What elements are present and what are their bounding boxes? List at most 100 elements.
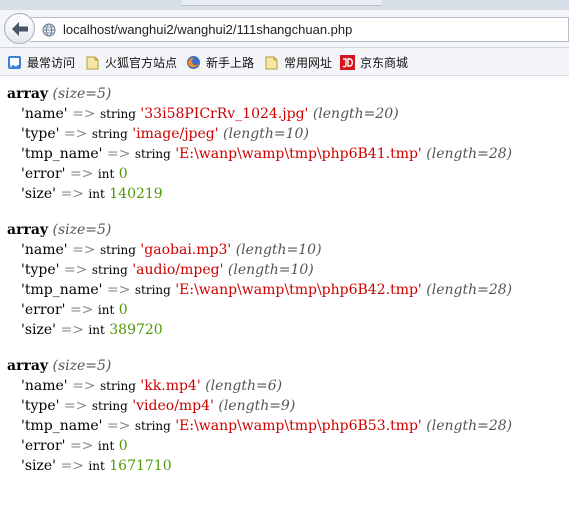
entry-arrow: => — [63, 262, 88, 278]
array-entry: 'name' => string 'gaobai.mp3' (length=10… — [7, 240, 512, 260]
array-keyword: array — [7, 86, 49, 102]
entry-length: (length=9) — [218, 398, 296, 414]
entry-key: 'tmp_name' — [21, 282, 103, 298]
entry-value: 0 — [118, 302, 128, 318]
entry-type: int — [88, 187, 105, 201]
entry-key: 'size' — [21, 186, 57, 202]
entry-arrow: => — [60, 322, 84, 338]
bookmark-getting-started[interactable]: 新手上路 — [186, 54, 254, 70]
array-entry: 'size' => int 1671710 — [7, 456, 512, 476]
array-entry: 'tmp_name' => string 'E:\wanp\wamp\tmp\p… — [7, 144, 512, 164]
firefox-icon — [187, 55, 200, 69]
entry-arrow: => — [69, 302, 94, 318]
var-dump-block-1: array (size=5)'name' => string '33i58PIC… — [7, 84, 512, 204]
array-entry: 'type' => string 'audio/mpeg' (length=10… — [7, 260, 512, 280]
bookmark-label: 新手上路 — [206, 55, 255, 70]
array-header: array (size=5) — [7, 356, 512, 376]
array-entry: 'type' => string 'video/mp4' (length=9) — [7, 396, 512, 416]
entry-type: string — [100, 107, 136, 121]
entry-key: 'size' — [21, 322, 57, 338]
array-entry: 'error' => int 0 — [7, 164, 512, 184]
bookmark-firefox-site[interactable]: 火狐官方站点 — [85, 54, 177, 70]
array-header: array (size=5) — [7, 84, 512, 104]
array-size: (size=5) — [52, 222, 112, 238]
entry-arrow: => — [69, 438, 94, 454]
entry-value: 'image/jpeg' — [132, 126, 219, 142]
entry-value: 'kk.mp4' — [140, 378, 201, 394]
entry-value: 1671710 — [109, 458, 172, 474]
entry-type: string — [134, 419, 171, 433]
entry-arrow: => — [63, 126, 88, 142]
entry-type: string — [100, 243, 136, 257]
entry-value: 140219 — [109, 186, 163, 202]
entry-arrow: => — [72, 242, 96, 258]
entry-key: 'name' — [21, 106, 68, 122]
entry-value: 'audio/mpeg' — [132, 262, 224, 278]
array-entry: 'name' => string '33i58PICrRv_1024.jpg' … — [7, 104, 512, 124]
bookmark-label: 京东商城 — [360, 55, 409, 70]
back-button[interactable] — [4, 13, 35, 44]
most-visited-icon — [8, 55, 21, 69]
bookmark-label: 火狐官方站点 — [105, 55, 178, 70]
entry-length: (length=10) — [223, 126, 309, 142]
array-keyword: array — [7, 222, 49, 238]
bookmark-label: 最常访问 — [27, 55, 76, 70]
url-text[interactable]: localhost/wanghui2/wanghui2/111shangchua… — [63, 22, 352, 37]
page-content: array (size=5)'name' => string '33i58PIC… — [0, 76, 569, 516]
bookmark-common-sites[interactable]: 常用网址 — [264, 54, 332, 70]
entry-type: string — [134, 147, 171, 161]
entry-value: 389720 — [109, 322, 163, 338]
bookmark-most-visited[interactable]: 最常访问 — [7, 54, 75, 70]
entry-key: 'error' — [21, 166, 66, 182]
entry-length: (length=20) — [312, 106, 399, 122]
entry-type: int — [88, 459, 105, 473]
array-entry: 'name' => string 'kk.mp4' (length=6) — [7, 376, 512, 396]
navigation-bar: localhost/wanghui2/wanghui2/111shangchua… — [0, 10, 569, 48]
var-dump-block-3: array (size=5)'name' => string 'kk.mp4' … — [7, 356, 512, 476]
entry-type: int — [97, 439, 115, 453]
entry-value: '33i58PICrRv_1024.jpg' — [140, 106, 309, 122]
entry-length: (length=28) — [426, 418, 513, 434]
entry-key: 'name' — [21, 378, 68, 394]
array-size: (size=5) — [52, 358, 112, 374]
entry-type: string — [100, 379, 136, 393]
entry-arrow: => — [72, 378, 96, 394]
entry-length: (length=6) — [205, 378, 283, 394]
array-entry: 'size' => int 140219 — [7, 184, 512, 204]
entry-key: 'size' — [21, 458, 57, 474]
entry-length: (length=28) — [426, 146, 513, 162]
entry-arrow: => — [106, 282, 131, 298]
entry-type: int — [97, 167, 115, 181]
entry-key: 'error' — [21, 302, 66, 318]
entry-value: 0 — [118, 438, 128, 454]
entry-value: 'E:\wanp\wamp\tmp\php6B42.tmp' — [175, 282, 422, 298]
entry-length: (length=10) — [227, 262, 314, 278]
array-entry: 'size' => int 389720 — [7, 320, 512, 340]
entry-key: 'type' — [21, 262, 60, 278]
entry-key: 'name' — [21, 242, 68, 258]
address-bar[interactable]: localhost/wanghui2/wanghui2/111shangchua… — [30, 17, 569, 42]
entry-type: string — [134, 283, 171, 297]
entry-type: int — [88, 323, 105, 337]
entry-value: 0 — [118, 166, 128, 182]
entry-value: 'video/mp4' — [132, 398, 214, 414]
globe-icon — [42, 23, 56, 37]
entry-key: 'tmp_name' — [21, 418, 103, 434]
bookmark-jd[interactable]: 京东商城 — [340, 54, 408, 70]
array-entry: 'type' => string 'image/jpeg' (length=10… — [7, 124, 512, 144]
bookmark-label: 常用网址 — [284, 55, 333, 70]
entry-arrow: => — [63, 398, 88, 414]
entry-arrow: => — [72, 106, 96, 122]
entry-key: 'type' — [21, 126, 60, 142]
entry-value: 'E:\wanp\wamp\tmp\php6B41.tmp' — [175, 146, 422, 162]
entry-length: (length=28) — [426, 282, 513, 298]
entry-arrow: => — [69, 166, 94, 182]
array-entry: 'tmp_name' => string 'E:\wanp\wamp\tmp\p… — [7, 416, 512, 436]
entry-value: 'E:\wanp\wamp\tmp\php6B53.tmp' — [175, 418, 422, 434]
entry-key: 'tmp_name' — [21, 146, 103, 162]
entry-arrow: => — [60, 458, 84, 474]
browser-tab[interactable] — [182, 0, 382, 6]
array-entry: 'tmp_name' => string 'E:\wanp\wamp\tmp\p… — [7, 280, 512, 300]
array-entry: 'error' => int 0 — [7, 300, 512, 320]
entry-type: int — [97, 303, 115, 317]
